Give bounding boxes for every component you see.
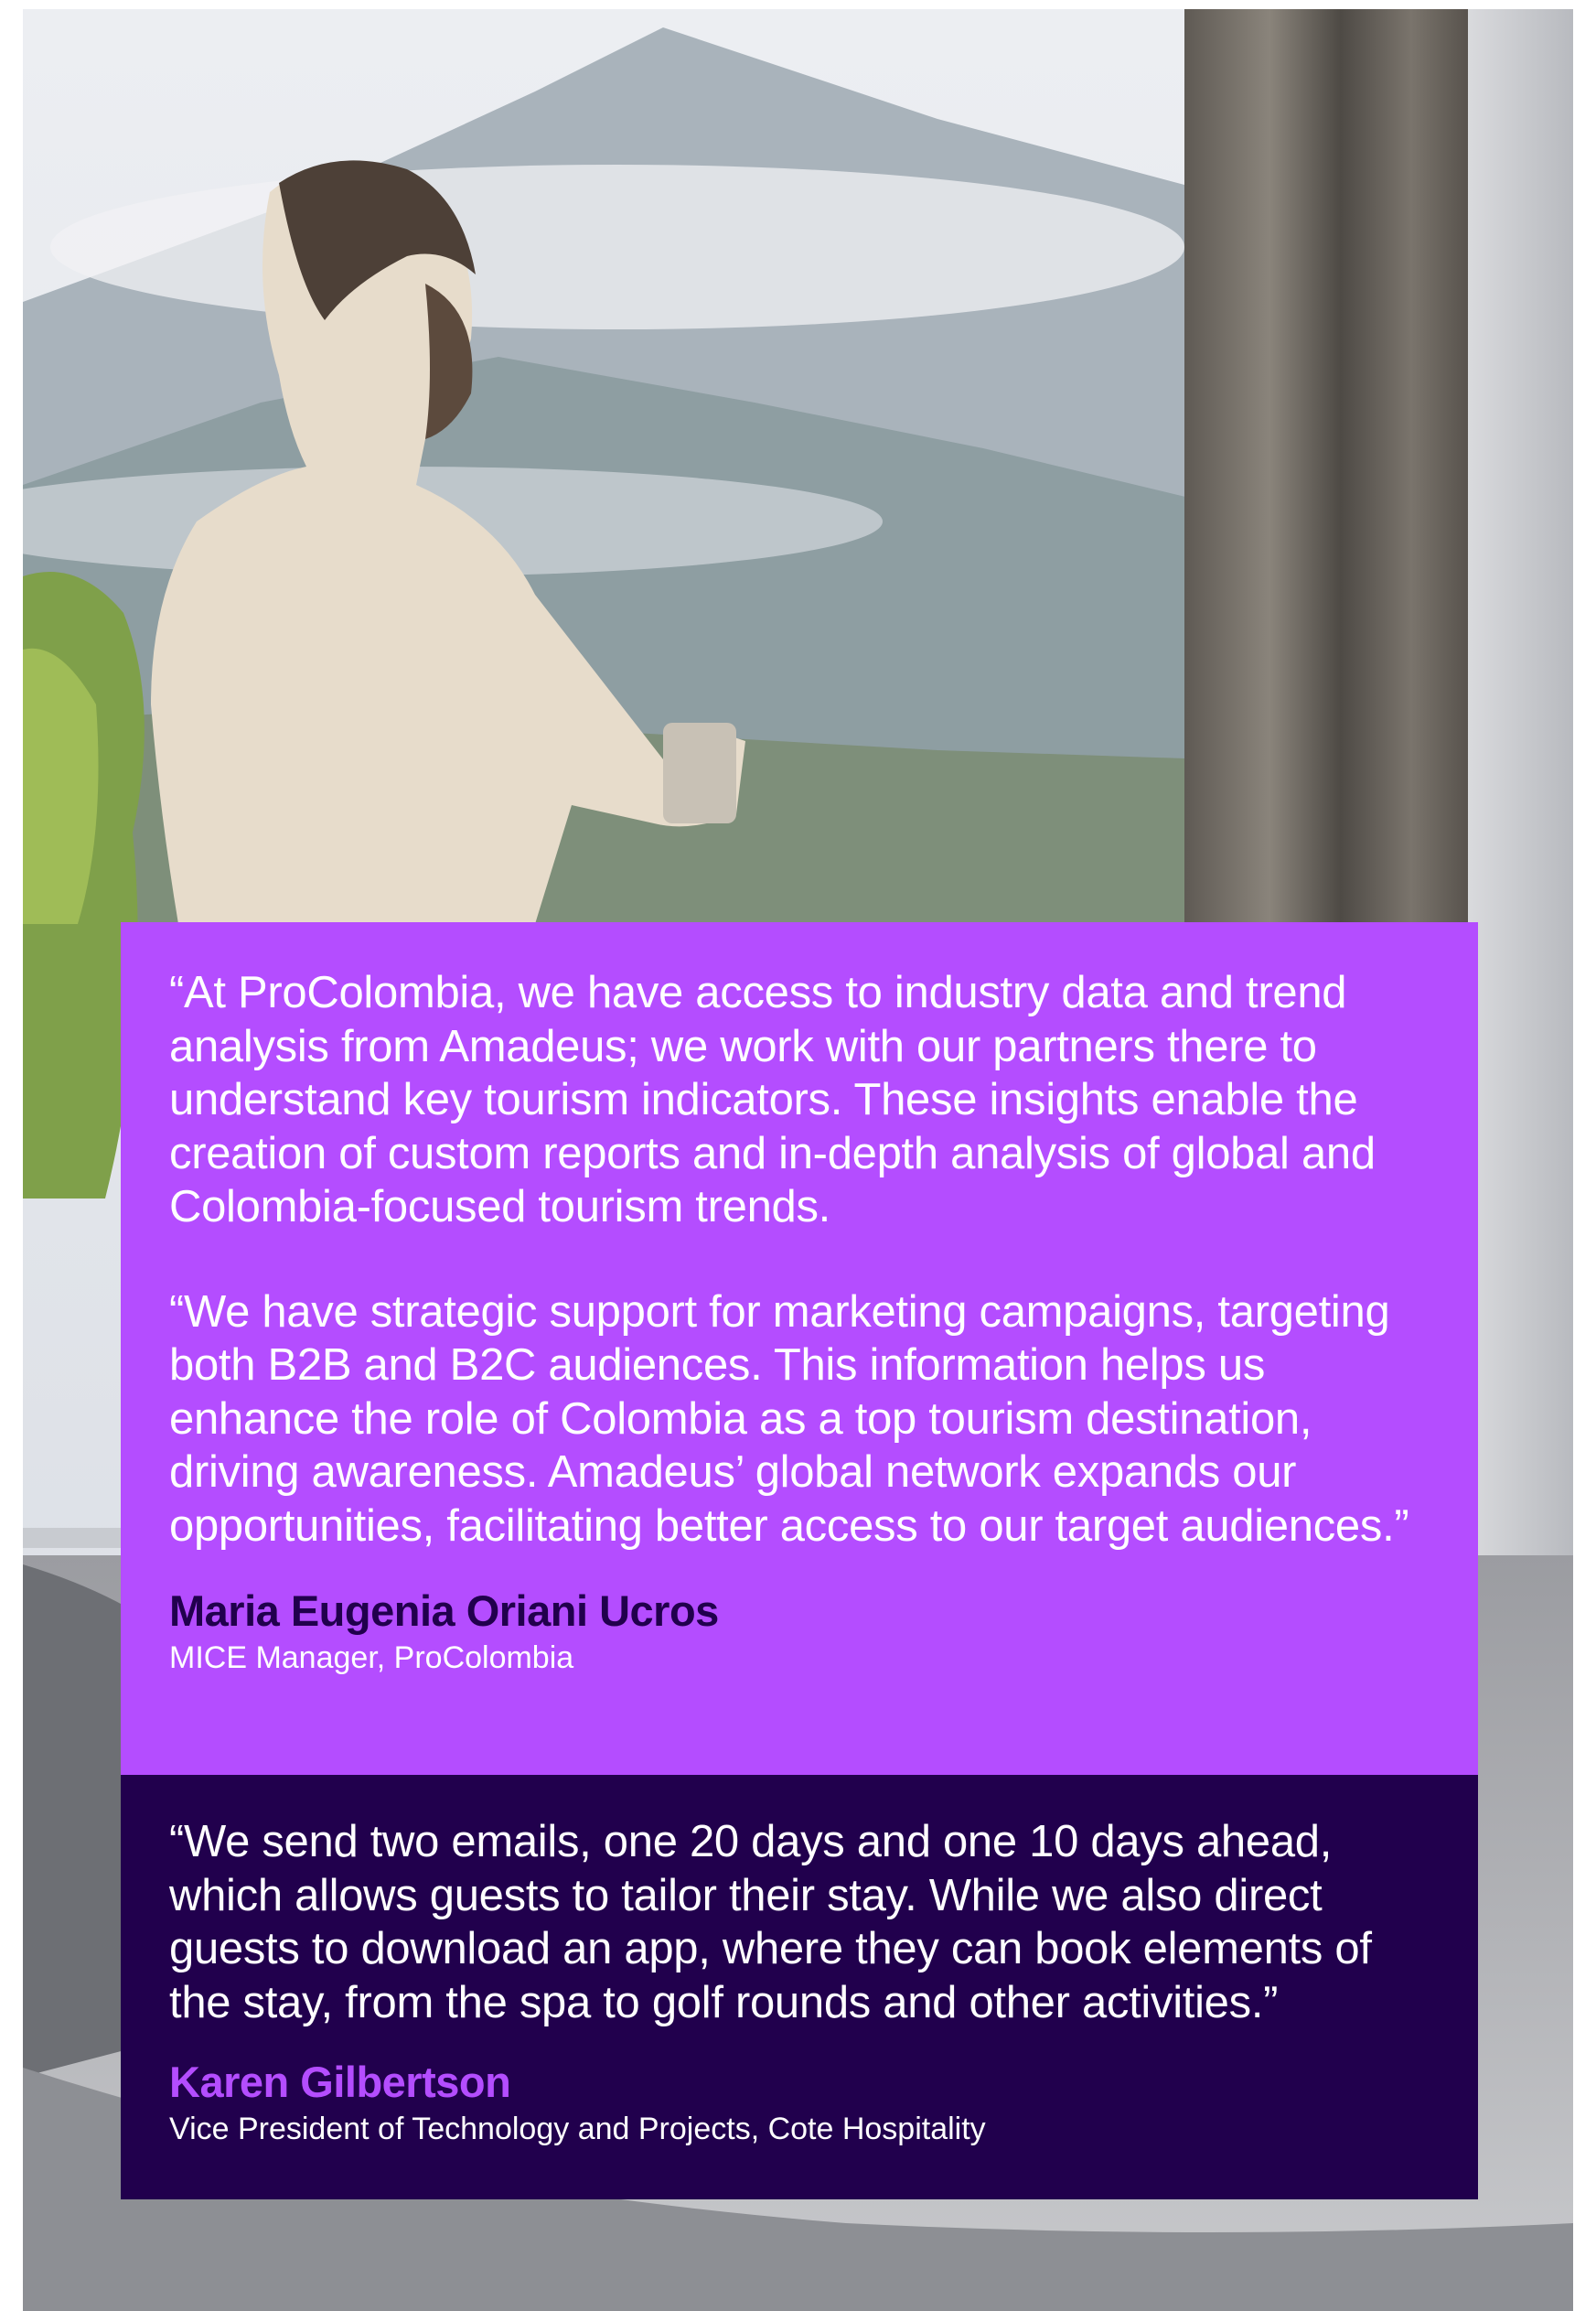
- author-name: Karen Gilbertson: [169, 2058, 511, 2106]
- author-name: Maria Eugenia Oriani Ucros: [169, 1586, 719, 1635]
- quote-paragraph: “We send two emails, one 20 days and one…: [169, 1817, 1372, 2027]
- author-title: MICE Manager, ProColombia: [169, 1640, 574, 1675]
- quote-card-procolombia: “At ProColombia, we have access to indus…: [121, 922, 1478, 1775]
- author-title: Vice President of Technology and Project…: [169, 2112, 986, 2146]
- quote-card-cote-hospitality: “We send two emails, one 20 days and one…: [121, 1775, 1478, 2199]
- quote-paragraph: “At ProColombia, we have access to indus…: [169, 968, 1376, 1231]
- quote-paragraph: “We have strategic support for marketing…: [169, 1286, 1409, 1551]
